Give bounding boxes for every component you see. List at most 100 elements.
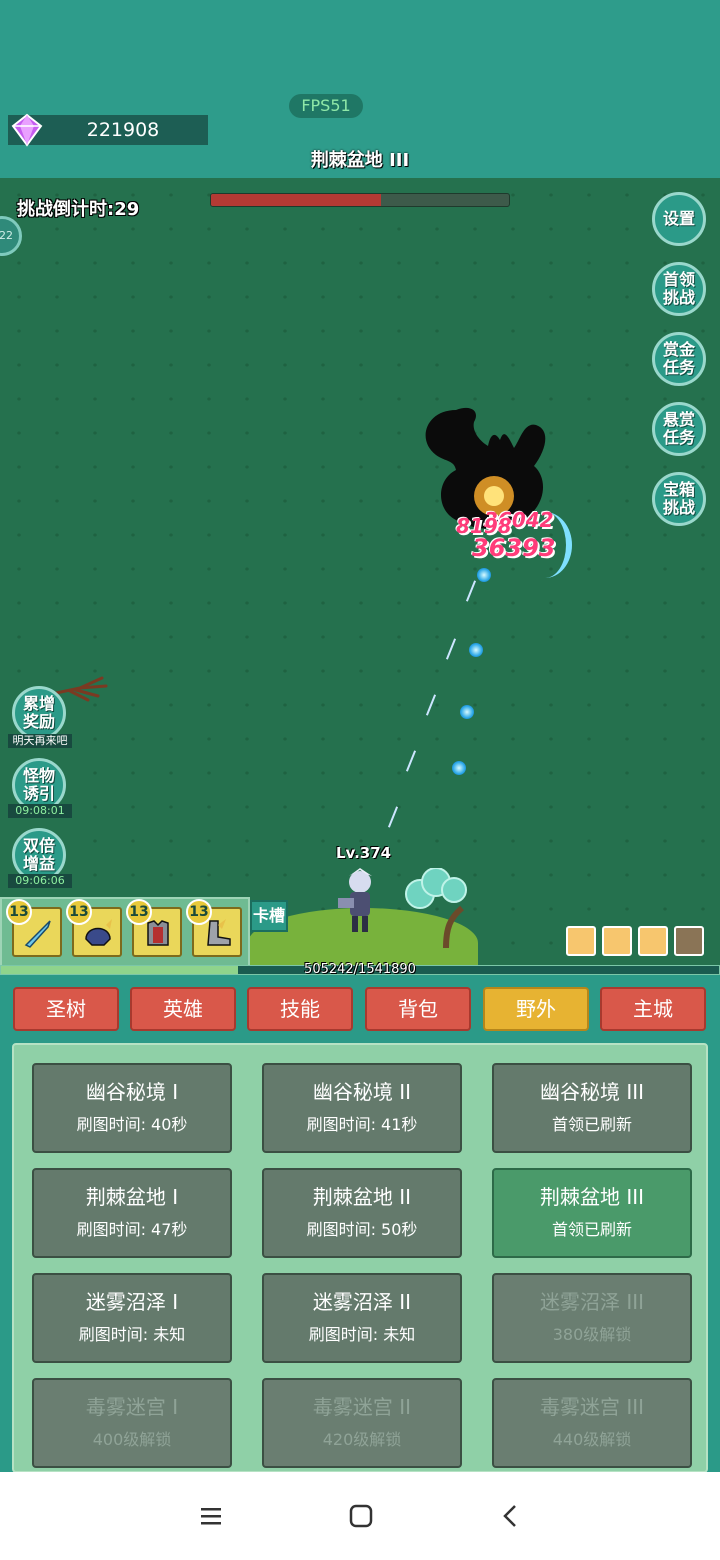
armor-icon bbox=[147, 920, 169, 946]
boss-health-bar bbox=[210, 193, 510, 207]
reward-task-label-1: 悬赏 bbox=[662, 410, 695, 429]
map-name: 毒雾迷宫 I bbox=[85, 1395, 179, 1419]
cumulative-reward-status: 明天再来吧 bbox=[8, 734, 72, 748]
tab-wild[interactable]: 野外 bbox=[483, 987, 589, 1031]
map-button[interactable]: 迷雾沼泽 II 刷图时间: 未知 bbox=[262, 1273, 462, 1363]
energy-orb-projectile bbox=[469, 643, 483, 657]
map-status: 首领已刷新 bbox=[551, 1220, 632, 1239]
helmet-icon bbox=[85, 919, 112, 946]
bounty-task-label-1: 赏金 bbox=[662, 340, 695, 359]
boss-challenge-button[interactable]: 首领 挑战 bbox=[652, 262, 706, 316]
home-icon[interactable] bbox=[347, 1502, 375, 1530]
equipment-card[interactable]: 13 bbox=[66, 899, 122, 957]
map-button[interactable]: 迷雾沼泽 I 刷图时间: 未知 bbox=[32, 1273, 232, 1363]
cumulative-reward-button[interactable]: 累增 奖励 bbox=[12, 686, 66, 740]
map-name: 幽谷秘境 I bbox=[85, 1080, 179, 1104]
map-name: 幽谷秘境 II bbox=[312, 1080, 412, 1104]
map-status: 440级解锁 bbox=[552, 1430, 632, 1449]
monster-lure-label-2: 诱引 bbox=[22, 784, 55, 803]
gem-counter: 221908 bbox=[8, 113, 208, 147]
reward-task-label-2: 任务 bbox=[662, 428, 695, 447]
map-button: 毒雾迷宫 I 400级解锁 bbox=[32, 1378, 232, 1468]
boss-challenge-label-1: 首领 bbox=[662, 270, 695, 289]
map-name: 迷雾沼泽 I bbox=[85, 1290, 179, 1314]
map-button[interactable]: 荆棘盆地 III 首领已刷新 bbox=[492, 1168, 692, 1258]
map-name: 幽谷秘境 III bbox=[539, 1080, 645, 1104]
map-status: 刷图时间: 未知 bbox=[78, 1325, 186, 1344]
double-boost-label-2: 增益 bbox=[22, 854, 55, 873]
map-status: 380级解锁 bbox=[552, 1325, 632, 1344]
map-name: 荆棘盆地 I bbox=[85, 1185, 179, 1209]
map-status: 刷图时间: 41秒 bbox=[306, 1115, 418, 1134]
boss-health-fill bbox=[211, 194, 381, 206]
back-icon[interactable] bbox=[497, 1502, 525, 1530]
reward-task-button[interactable]: 悬赏 任务 bbox=[652, 402, 706, 456]
tab-heroes[interactable]: 英雄 bbox=[130, 987, 236, 1031]
map-status: 420级解锁 bbox=[322, 1430, 402, 1449]
chest-challenge-button[interactable]: 宝箱 挑战 bbox=[652, 472, 706, 526]
skill-dash-icon[interactable] bbox=[566, 926, 596, 956]
cumulative-reward-label-1: 累增 bbox=[22, 694, 55, 713]
map-button: 迷雾沼泽 III 380级解锁 bbox=[492, 1273, 692, 1363]
map-name: 毒雾迷宫 III bbox=[539, 1395, 645, 1419]
monster-lure-label-1: 怪物 bbox=[22, 766, 55, 785]
skill-wind-icon[interactable] bbox=[638, 926, 668, 956]
map-selection-grid: 幽谷秘境 I 刷图时间: 40秒 幽谷秘境 II 刷图时间: 41秒 幽谷秘境 III 首… bbox=[12, 1043, 708, 1473]
card-slot-tab[interactable]: 卡槽 bbox=[250, 900, 288, 932]
map-status: 刷图时间: 未知 bbox=[308, 1325, 416, 1344]
tab-skills[interactable]: 技能 bbox=[247, 987, 353, 1031]
energy-orb-projectile bbox=[477, 568, 491, 582]
map-button[interactable]: 幽谷秘境 III 首领已刷新 bbox=[492, 1063, 692, 1153]
monster-lure-timer: 09:08:01 bbox=[8, 804, 72, 818]
skill-slash-icon[interactable] bbox=[602, 926, 632, 956]
gem-count: 221908 bbox=[86, 119, 160, 141]
challenge-countdown: 挑战倒计时:29 bbox=[17, 199, 140, 220]
player-level: Lv.374 bbox=[336, 844, 392, 862]
damage-number: 36393 bbox=[472, 534, 556, 562]
map-name: 迷雾沼泽 II bbox=[312, 1290, 412, 1314]
map-status: 刷图时间: 40秒 bbox=[76, 1115, 188, 1134]
bubble-tree bbox=[405, 868, 467, 948]
fps-counter: FPS51 bbox=[289, 94, 363, 118]
map-status: 首领已刷新 bbox=[551, 1115, 632, 1134]
bounty-task-button[interactable]: 赏金 任务 bbox=[652, 332, 706, 386]
settings-label: 设置 bbox=[662, 209, 695, 228]
equipment-card[interactable]: 13 bbox=[126, 899, 182, 957]
tab-holy-tree[interactable]: 圣树 bbox=[13, 987, 119, 1031]
energy-orb-projectile bbox=[452, 761, 466, 775]
map-name: 迷雾沼泽 III bbox=[539, 1290, 645, 1314]
equipment-card[interactable]: 13 bbox=[6, 899, 62, 957]
tab-main-city[interactable]: 主城 bbox=[600, 987, 706, 1031]
boots-icon bbox=[207, 919, 231, 946]
chest-challenge-label-1: 宝箱 bbox=[662, 480, 695, 499]
equipment-card[interactable]: 13 bbox=[186, 899, 242, 957]
map-button[interactable]: 幽谷秘境 II 刷图时间: 41秒 bbox=[262, 1063, 462, 1153]
skill-vortex-icon[interactable] bbox=[674, 926, 704, 956]
map-button: 毒雾迷宫 III 440级解锁 bbox=[492, 1378, 692, 1468]
energy-orb-projectile bbox=[460, 705, 474, 719]
settings-button[interactable]: 设置 bbox=[652, 192, 706, 246]
gem-icon bbox=[11, 113, 43, 147]
hero-character bbox=[338, 868, 372, 932]
menu-icon[interactable] bbox=[197, 1502, 225, 1530]
experience-fill bbox=[1, 966, 238, 974]
sword-icon bbox=[24, 920, 51, 948]
map-status: 400级解锁 bbox=[92, 1430, 172, 1449]
double-boost-timer: 09:06:06 bbox=[8, 874, 72, 888]
map-button[interactable]: 荆棘盆地 II 刷图时间: 50秒 bbox=[262, 1168, 462, 1258]
battlefield[interactable]: 挑战倒计时:29 22 设置 首领 挑战 赏金 任务 悬赏 任务 宝箱 挑战 累增 奖励 … bbox=[0, 178, 720, 968]
boss-challenge-label-2: 挑战 bbox=[662, 288, 695, 307]
cumulative-reward-label-2: 奖励 bbox=[22, 712, 55, 731]
map-status: 刷图时间: 50秒 bbox=[306, 1220, 418, 1239]
card-slot-bar: 13 13 13 13 bbox=[0, 897, 250, 967]
map-status: 刷图时间: 47秒 bbox=[76, 1220, 188, 1239]
bounty-task-label-2: 任务 bbox=[662, 358, 695, 377]
double-boost-label-1: 双倍 bbox=[22, 836, 55, 855]
map-button: 毒雾迷宫 II 420级解锁 bbox=[262, 1378, 462, 1468]
tab-backpack[interactable]: 背包 bbox=[365, 987, 471, 1031]
chest-challenge-label-2: 挑战 bbox=[662, 498, 695, 517]
stage-title: 荆棘盆地 III bbox=[310, 150, 410, 171]
map-button[interactable]: 幽谷秘境 I 刷图时间: 40秒 bbox=[32, 1063, 232, 1153]
map-name: 荆棘盆地 II bbox=[312, 1185, 412, 1209]
map-button[interactable]: 荆棘盆地 I 刷图时间: 47秒 bbox=[32, 1168, 232, 1258]
